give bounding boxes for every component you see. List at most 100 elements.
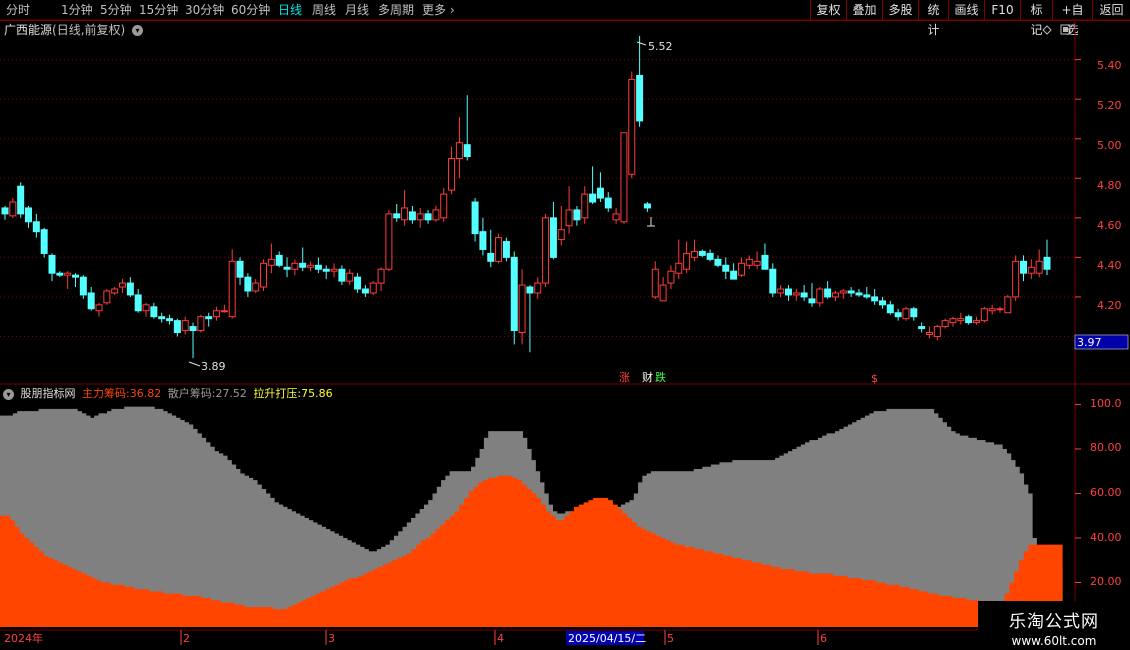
candle (871, 289, 879, 305)
candle (471, 198, 479, 242)
main-chips-bar (33, 546, 39, 627)
retail-chips-bar (967, 437, 973, 627)
main-chips-bar (865, 580, 872, 627)
limit-up-marker[interactable]: 涨 (619, 371, 630, 384)
main-chips-bar (406, 553, 413, 627)
main-chips-bar (956, 598, 963, 627)
main-chips-bar (631, 522, 637, 627)
candle (604, 192, 612, 212)
main-chips-bar (310, 595, 317, 627)
main-chips-bar (483, 480, 489, 627)
main-chips-bar (674, 544, 680, 627)
main-chips-bar (966, 600, 972, 627)
candle (808, 283, 816, 307)
main-chips-bar (727, 555, 733, 627)
main-chips-bar (200, 598, 207, 627)
main-chips-bar (612, 504, 618, 627)
candle (557, 205, 565, 246)
main-chips-bar (468, 491, 475, 627)
main-chips-bar (851, 578, 857, 627)
main-chips-bar (521, 484, 527, 627)
main-chips-bar (464, 497, 470, 627)
main-chips-bar (86, 575, 92, 627)
candle (56, 271, 64, 278)
date-label: 3 (328, 632, 335, 645)
main-chips-bar (837, 575, 843, 627)
candle (103, 289, 111, 305)
main-chips-bar (765, 564, 771, 627)
main-chips-bar (440, 524, 446, 627)
candle (565, 186, 573, 234)
candle (166, 314, 174, 325)
candle (894, 308, 902, 321)
main-chips-value: 36.82 (129, 387, 162, 400)
main-chips-bar (397, 558, 403, 627)
date-label: 6 (820, 632, 827, 645)
candle (502, 237, 510, 262)
main-chips-bar (607, 500, 613, 627)
main-chips-bar (272, 609, 279, 627)
dollar-marker[interactable]: $ (871, 372, 878, 385)
limit-down-marker[interactable]: 跌 (655, 370, 666, 384)
main-chips-bar (875, 582, 881, 627)
main-chips-bar (57, 562, 63, 627)
candle (784, 285, 792, 301)
candle (307, 261, 315, 272)
main-chips-bar (95, 580, 102, 627)
main-chips-bar (717, 553, 723, 627)
diamond-icon[interactable] (1042, 25, 1052, 35)
main-chips-bar (803, 571, 810, 627)
candle (542, 213, 550, 288)
main-chips-bar (645, 531, 652, 627)
candle (361, 285, 369, 297)
candle (1, 205, 9, 220)
main-chips-bar (220, 602, 226, 627)
main-chips-bar (449, 515, 456, 627)
candle (1035, 249, 1043, 278)
retail-chips-bar (976, 440, 982, 627)
candle (933, 324, 941, 341)
main-chips-bar (282, 609, 288, 627)
split-marker (647, 217, 655, 227)
candle (314, 257, 322, 274)
indicator-tick: 80.00 (1090, 441, 1122, 454)
chevron-down-icon[interactable]: ▾ (3, 388, 14, 400)
main-chips-bar (277, 609, 283, 627)
main-chips-bar (564, 515, 570, 627)
candle (205, 312, 213, 327)
candle (393, 203, 401, 222)
main-chips-bar (387, 562, 393, 627)
main-chips-bar (784, 569, 790, 627)
price-tick: 4.40 (1097, 259, 1122, 272)
indicator-tick: 20.00 (1090, 575, 1122, 588)
main-chips-bar (167, 593, 173, 627)
candle (683, 241, 691, 274)
main-chips-bar (798, 571, 805, 627)
candle (330, 263, 338, 278)
chart-canvas: 5.52 3.89 涨 财 跌 $ 5.40 5.20 5.00 4.80 4.… (0, 19, 1130, 645)
retail-chips-bar (984, 442, 990, 627)
window-toggle-icon[interactable] (1060, 24, 1071, 35)
candle (878, 296, 886, 309)
main-chips-bar (14, 526, 20, 627)
main-chips-bar (0, 515, 6, 627)
candle (252, 279, 260, 293)
main-chips-bar (846, 578, 853, 627)
indicator-tick: 60.00 (1090, 486, 1122, 499)
candle (1004, 294, 1012, 314)
finance-marker[interactable]: 财 (642, 370, 653, 384)
main-chips-bar (679, 544, 685, 627)
main-chips-bar (789, 569, 795, 627)
main-chips-bar (755, 562, 762, 627)
main-chips-bar (243, 606, 250, 627)
candle (706, 249, 714, 262)
price-tick: 4.20 (1097, 299, 1122, 312)
main-chips-bar (148, 591, 154, 627)
main-chips-bar (76, 571, 82, 627)
main-chips-bar (774, 566, 781, 627)
main-chips-bar (583, 502, 590, 627)
main-chips-bar (889, 584, 896, 627)
candle (941, 318, 949, 329)
candle (440, 188, 448, 222)
main-chips-bar (344, 580, 350, 627)
